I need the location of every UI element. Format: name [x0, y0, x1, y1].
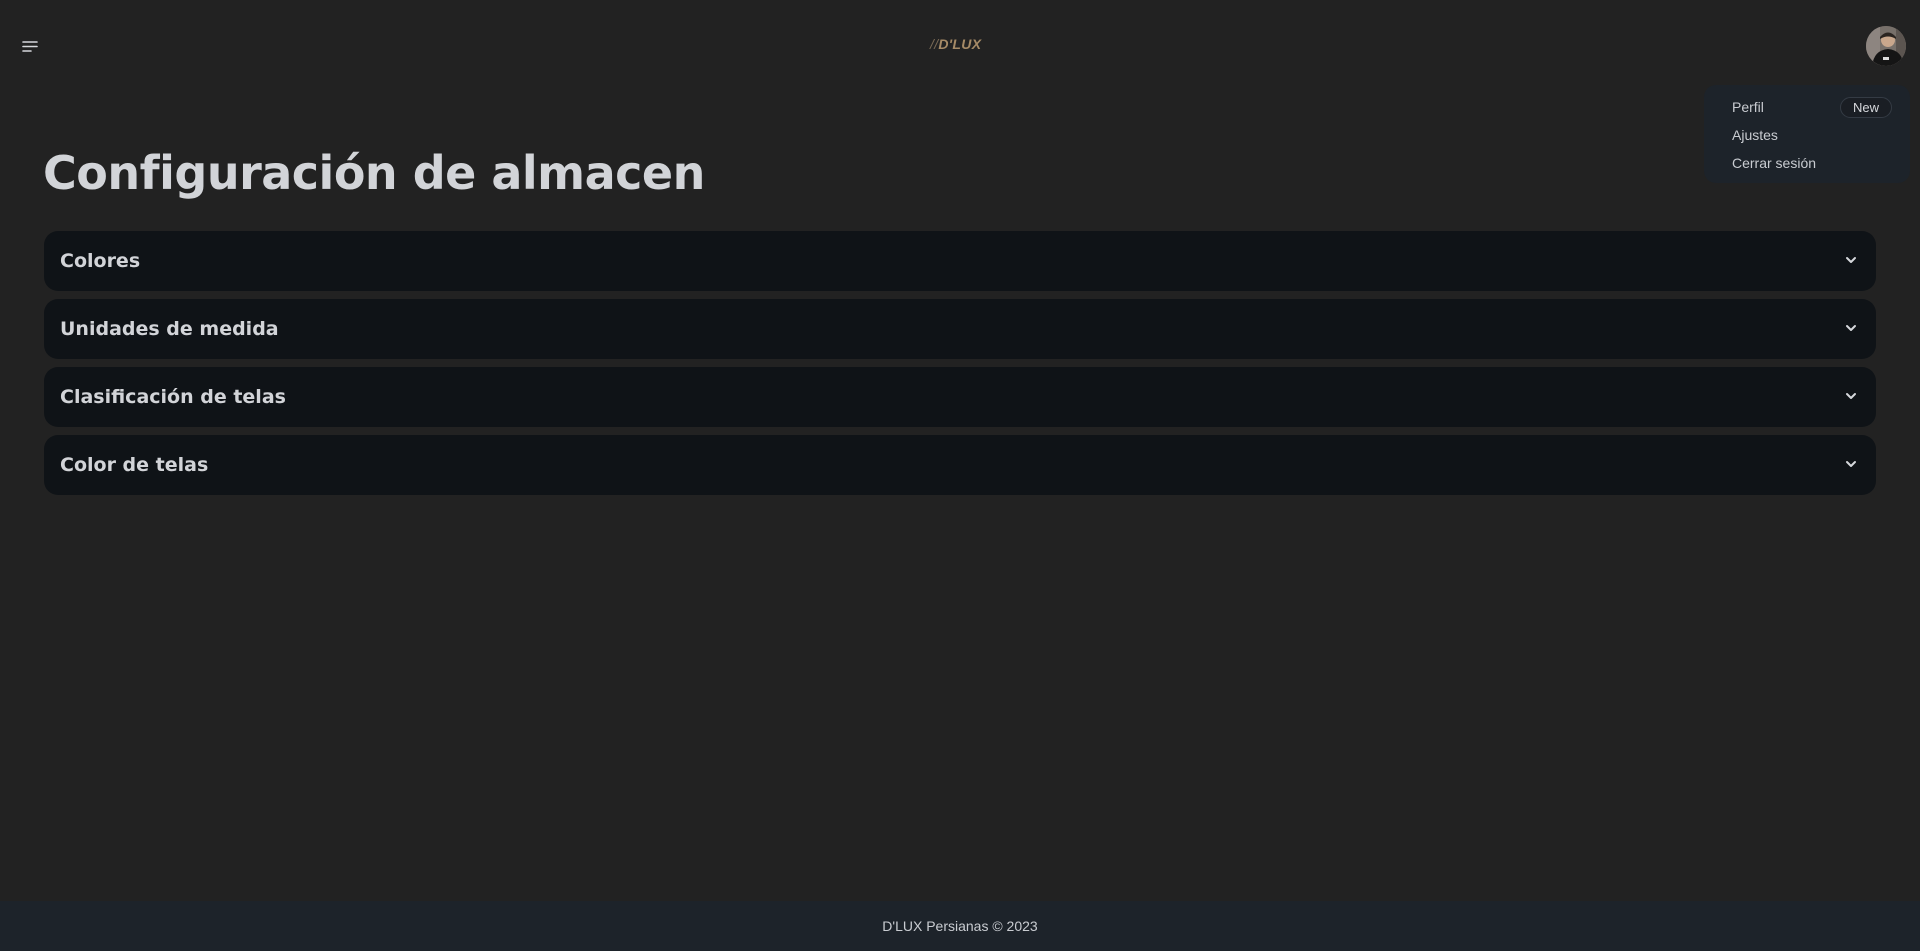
accordion-unidades-de-medida[interactable]: Unidades de medida: [44, 299, 1876, 359]
user-avatar-button[interactable]: [1866, 26, 1906, 66]
footer-copyright: D'LUX Persianas © 2023: [882, 918, 1038, 934]
menu-item-logout-label: Cerrar sesión: [1732, 155, 1817, 171]
menu-item-settings[interactable]: Ajustes: [1712, 121, 1902, 149]
accordion-colores[interactable]: Colores: [44, 231, 1876, 291]
accordion-title: Colores: [60, 250, 141, 272]
menu-item-settings-label: Ajustes: [1732, 127, 1778, 143]
avatar-icon: [1866, 26, 1906, 66]
hamburger-menu-button[interactable]: [20, 36, 42, 58]
chevron-down-icon: [1844, 253, 1858, 267]
chevron-down-icon: [1844, 457, 1858, 471]
footer: D'LUX Persianas © 2023: [0, 901, 1920, 951]
menu-item-profile-label: Perfil: [1732, 99, 1764, 115]
user-dropdown-menu: Perfil New Ajustes Cerrar sesión: [1704, 85, 1910, 183]
page-title: Configuración de almacen: [43, 146, 705, 200]
accordion-clasificacion-de-telas[interactable]: Clasificación de telas: [44, 367, 1876, 427]
menu-item-logout[interactable]: Cerrar sesión: [1712, 149, 1902, 177]
app-page: //D'LUX Perfil New Ajustes Cerrar sesión: [0, 0, 1920, 951]
navbar: //D'LUX: [0, 0, 1920, 90]
accordion-title: Unidades de medida: [60, 318, 279, 340]
accordion-title: Clasificación de telas: [60, 386, 286, 408]
logo-text: D'LUX: [938, 36, 982, 52]
accordion-color-de-telas[interactable]: Color de telas: [44, 435, 1876, 495]
accordion-title: Color de telas: [60, 454, 209, 476]
chevron-down-icon: [1844, 321, 1858, 335]
new-badge: New: [1839, 97, 1892, 118]
menu-item-profile[interactable]: Perfil New: [1712, 93, 1902, 121]
chevron-down-icon: [1844, 389, 1858, 403]
brand-logo[interactable]: //D'LUX: [930, 36, 981, 52]
hamburger-menu-icon: [22, 41, 38, 52]
